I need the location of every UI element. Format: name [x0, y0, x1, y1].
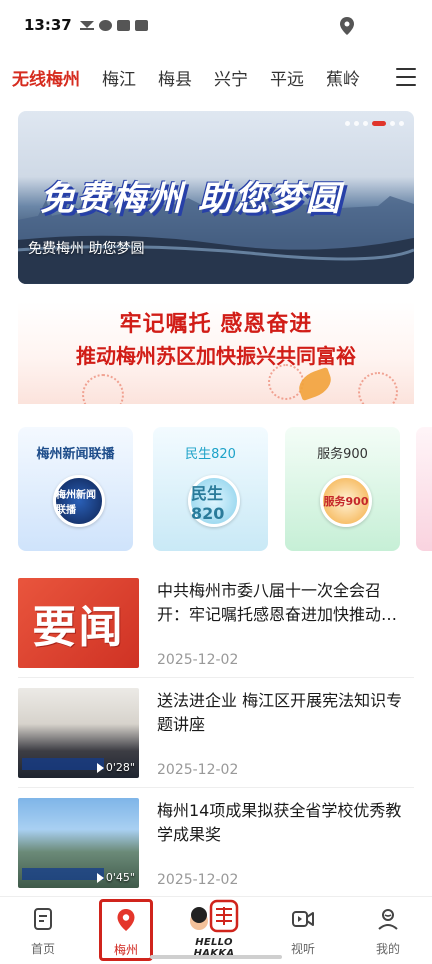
status-time: 13:37 [24, 16, 72, 34]
nav-label: 梅州 [113, 943, 138, 957]
video-duration: 0'45" [96, 871, 135, 884]
news-thumbnail: 0'28" [18, 688, 139, 778]
video-duration: 0'28" [96, 761, 135, 774]
status-icons [79, 19, 148, 31]
nav-meizhou[interactable]: 梅州 [99, 899, 153, 961]
channel-tab-strip[interactable]: 无线梅州 梅江 梅县 兴宁 平远 蕉岭 [12, 65, 390, 90]
firework-decoration [358, 372, 398, 404]
carousel-dot [345, 121, 350, 126]
nav-video[interactable]: 视听 [273, 907, 333, 963]
channel-card-meizhou-news[interactable]: 梅州新闻联播 梅州新闻联播 [18, 427, 133, 551]
crown-icon [79, 20, 94, 30]
news-thumbnail: 要闻 [18, 578, 139, 668]
carousel-dot [354, 121, 359, 126]
swirl-icon [98, 19, 112, 31]
news-date: 2025-12-02 [157, 652, 239, 668]
message-icon [134, 19, 148, 31]
channel-name: 服务900 [317, 447, 368, 462]
channel-logo: 梅州新闻联播 [53, 475, 105, 527]
menu-icon[interactable] [396, 68, 416, 86]
video-caption-bar [22, 868, 104, 880]
tab-meixian[interactable]: 梅县 [158, 65, 192, 90]
nav-hello-hakka[interactable]: HELLO HAKKA [176, 897, 252, 959]
carousel-indicator [345, 121, 404, 126]
nav-label: 视听 [290, 942, 315, 956]
duration-text: 0'45" [105, 871, 135, 884]
nav-profile[interactable]: 我的 [358, 907, 418, 963]
news-title: 中共梅州市委八届十一次全会召开：牢记嘱托感恩奋进加快推动梅州苏区振兴 [157, 581, 398, 624]
nav-label: 首页 [30, 942, 55, 956]
carousel-dot [363, 121, 368, 126]
status-bar: 13:37 [0, 0, 432, 50]
hello-hakka-mascot-icon [190, 899, 239, 933]
video-icon [292, 911, 314, 927]
news-title: 送法进企业 梅江区开展宪法知识专题讲座 [157, 691, 403, 734]
home-indicator[interactable] [150, 955, 282, 959]
play-icon [96, 872, 104, 883]
news-thumbnail: 0'45" [18, 798, 139, 888]
channel-cards: 梅州新闻联播 梅州新闻联播 民生820 民生820 服务900 服务900 [18, 427, 432, 551]
promo-line-1: 牢记嘱托 感恩奋进 [119, 312, 313, 337]
promo-line-2: 推动梅州苏区加快振兴共同富裕 [76, 344, 356, 368]
channel-card-fuwu-900[interactable]: 服务900 服务900 [285, 427, 400, 551]
news-title: 梅州14项成果拟获全省学校优秀教学成果奖 [157, 801, 402, 844]
carousel-dot-active [372, 121, 386, 126]
channel-name: 民生820 [185, 447, 236, 462]
news-date: 2025-12-02 [157, 762, 239, 778]
nav-label: 我的 [375, 942, 400, 956]
tab-wuxian-meizhou[interactable]: 无线梅州 [12, 65, 80, 90]
tab-jiaoling[interactable]: 蕉岭 [326, 65, 360, 90]
tab-pingyuan[interactable]: 平远 [270, 65, 304, 90]
channel-logo: 民生820 [188, 475, 240, 527]
nav-home[interactable]: 首页 [13, 907, 73, 963]
channel-tabs: 无线梅州 梅江 梅县 兴宁 平远 蕉岭 [0, 58, 432, 96]
profile-icon [378, 909, 398, 930]
location-pin-icon [117, 909, 135, 931]
channel-name: 梅州新闻联播 [36, 447, 115, 462]
video-caption-bar [22, 758, 104, 770]
play-icon [96, 762, 104, 773]
firework-decoration [268, 364, 304, 400]
banner-carousel[interactable]: 免费梅州 助您梦圆 免费梅州 助您梦圆 [18, 111, 414, 284]
news-item[interactable]: 0'45" 梅州14项成果拟获全省学校优秀教学成果奖 2025-12-02 [18, 788, 414, 898]
channel-card-partial[interactable] [416, 427, 432, 551]
thumbnail-text: 要闻 [32, 602, 125, 653]
bottom-nav: 首页 梅州 HELLO HAKKA 视听 我的 [0, 896, 432, 964]
tab-meijiang[interactable]: 梅江 [102, 65, 136, 90]
banner-slogan: 免费梅州 助您梦圆 [40, 179, 342, 219]
home-doc-icon [34, 908, 52, 930]
banner-caption: 免费梅州 助您梦圆 [28, 241, 145, 257]
promo-banner[interactable]: 牢记嘱托 感恩奋进 推动梅州苏区加快振兴共同富裕 [18, 302, 414, 404]
channel-card-minsheng-820[interactable]: 民生820 民生820 [153, 427, 268, 551]
carousel-dot [399, 121, 404, 126]
location-pin-icon [340, 17, 354, 35]
news-item[interactable]: 要闻 中共梅州市委八届十一次全会召开：牢记嘱托感恩奋进加快推动梅州苏区振兴 20… [18, 568, 414, 678]
media-icon [116, 19, 130, 31]
channel-logo: 服务900 [320, 475, 372, 527]
carousel-dot [390, 121, 395, 126]
news-item[interactable]: 0'28" 送法进企业 梅江区开展宪法知识专题讲座 2025-12-02 [18, 678, 414, 788]
firework-decoration [82, 374, 124, 404]
duration-text: 0'28" [105, 761, 135, 774]
news-date: 2025-12-02 [157, 872, 239, 888]
tab-xingning[interactable]: 兴宁 [214, 65, 248, 90]
